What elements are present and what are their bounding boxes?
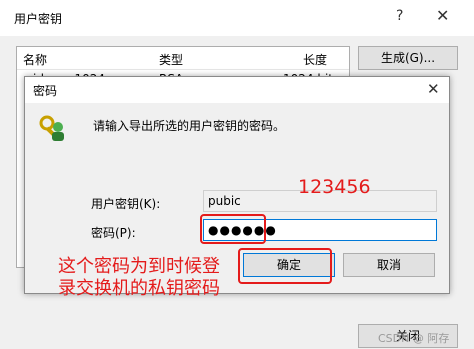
prompt-text: 请输入导出所选的用户密钥的密码。	[93, 119, 286, 133]
ok-button-highlight-box	[238, 248, 332, 284]
password-annotation: 123456	[298, 176, 371, 198]
close-icon[interactable]: ✕	[436, 6, 449, 25]
caption-line-1: 这个密码为到时候登	[58, 256, 220, 277]
outer-titlebar: 用户密钥 ? ✕	[0, 0, 474, 36]
password-label: 密码(P):	[91, 226, 136, 240]
user-key-icon	[39, 115, 64, 141]
outer-dialog-title: 用户密钥	[14, 12, 63, 26]
key-list-header: 名称 类型 长度	[17, 47, 349, 70]
watermark: CSDN @ 阿存	[378, 332, 450, 345]
caption-line-2: 录交换机的私钥密码	[58, 278, 220, 299]
column-length[interactable]: 长度	[303, 51, 327, 68]
help-icon[interactable]: ?	[396, 8, 403, 24]
password-dialog-titlebar: 密码 ✕	[25, 77, 449, 103]
password-highlight-box	[200, 214, 266, 244]
generate-button[interactable]: 生成(G)...	[358, 46, 458, 70]
column-type[interactable]: 类型	[159, 51, 183, 68]
user-key-label: 用户密钥(K):	[91, 197, 161, 211]
close-icon[interactable]: ✕	[427, 80, 440, 98]
password-dialog-title: 密码	[33, 84, 58, 98]
column-name[interactable]: 名称	[23, 51, 47, 68]
cancel-button[interactable]: 取消	[343, 253, 435, 277]
